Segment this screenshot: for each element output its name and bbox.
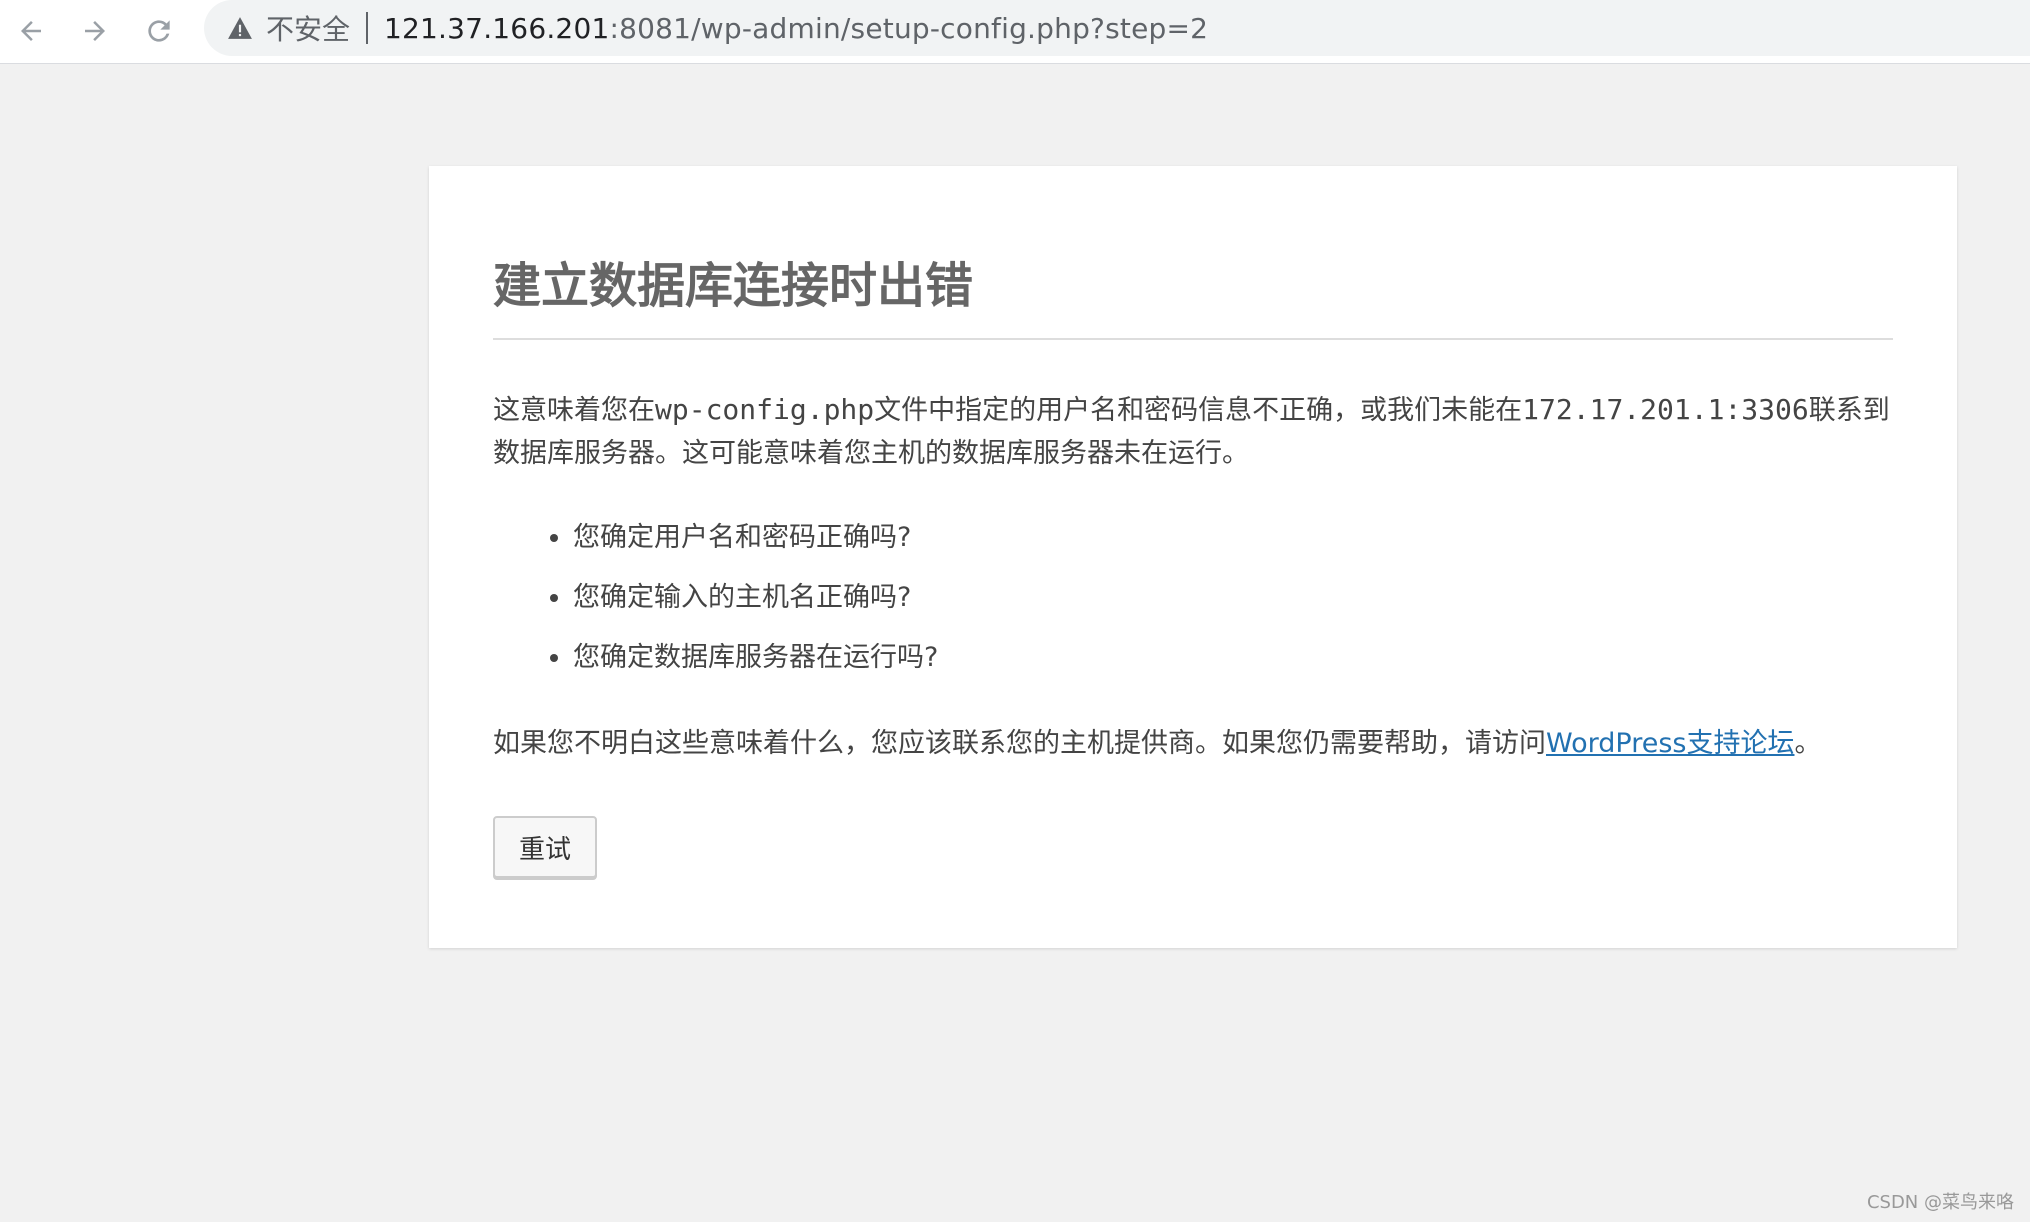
retry-button[interactable]: 重试 <box>493 816 597 878</box>
support-forum-link[interactable]: WordPress支持论坛 <box>1546 728 1794 759</box>
reload-icon <box>143 15 175 47</box>
browser-toolbar: 不安全 121.37.166.201:8081/wp-admin/setup-c… <box>0 0 2030 64</box>
config-file-code: wp-config.php <box>655 393 875 426</box>
title-divider <box>493 338 1893 340</box>
watermark: CSDN @菜鸟来咯 <box>1866 1192 2014 1213</box>
reload-button[interactable] <box>136 8 182 54</box>
list-item: 您确定用户名和密码正确吗? <box>573 508 938 568</box>
list-item: 您确定数据库服务器在运行吗? <box>573 628 938 688</box>
arrow-right-icon <box>80 16 110 46</box>
url-path: :8081/wp-admin/setup-config.php?step=2 <box>609 11 1209 45</box>
intro-text-2: 文件中指定的用户名和密码信息不正确，或我们未能在 <box>874 395 1523 426</box>
error-card: 建立数据库连接时出错 这意味着您在wp-config.php文件中指定的用户名和… <box>429 166 1957 948</box>
forward-button[interactable] <box>72 8 118 54</box>
page-title: 建立数据库连接时出错 <box>493 258 974 314</box>
url-text[interactable]: 121.37.166.201:8081/wp-admin/setup-confi… <box>384 12 1208 45</box>
error-description: 这意味着您在wp-config.php文件中指定的用户名和密码信息不正确，或我们… <box>493 388 1903 475</box>
troubleshooting-list: 您确定用户名和密码正确吗? 您确定输入的主机名正确吗? 您确定数据库服务器在运行… <box>493 508 938 688</box>
help-text-2: 。 <box>1794 728 1822 759</box>
arrow-left-icon <box>16 16 46 46</box>
help-text: 如果您不明白这些意味着什么，您应该联系您的主机提供商。如果您仍需要帮助，请访问W… <box>493 722 1903 765</box>
help-text-1: 如果您不明白这些意味着什么，您应该联系您的主机提供商。如果您仍需要帮助，请访问 <box>493 728 1546 759</box>
warning-triangle-icon[interactable] <box>226 14 254 42</box>
db-host-code: 172.17.201.1:3306 <box>1522 393 1809 426</box>
back-button[interactable] <box>8 8 54 54</box>
security-status-label[interactable]: 不安全 <box>266 8 350 48</box>
address-divider <box>366 12 369 44</box>
intro-text-1: 这意味着您在 <box>493 395 655 426</box>
list-item: 您确定输入的主机名正确吗? <box>573 568 938 628</box>
url-host: 121.37.166.201 <box>384 11 610 45</box>
address-bar[interactable]: 不安全 121.37.166.201:8081/wp-admin/setup-c… <box>204 0 2030 56</box>
